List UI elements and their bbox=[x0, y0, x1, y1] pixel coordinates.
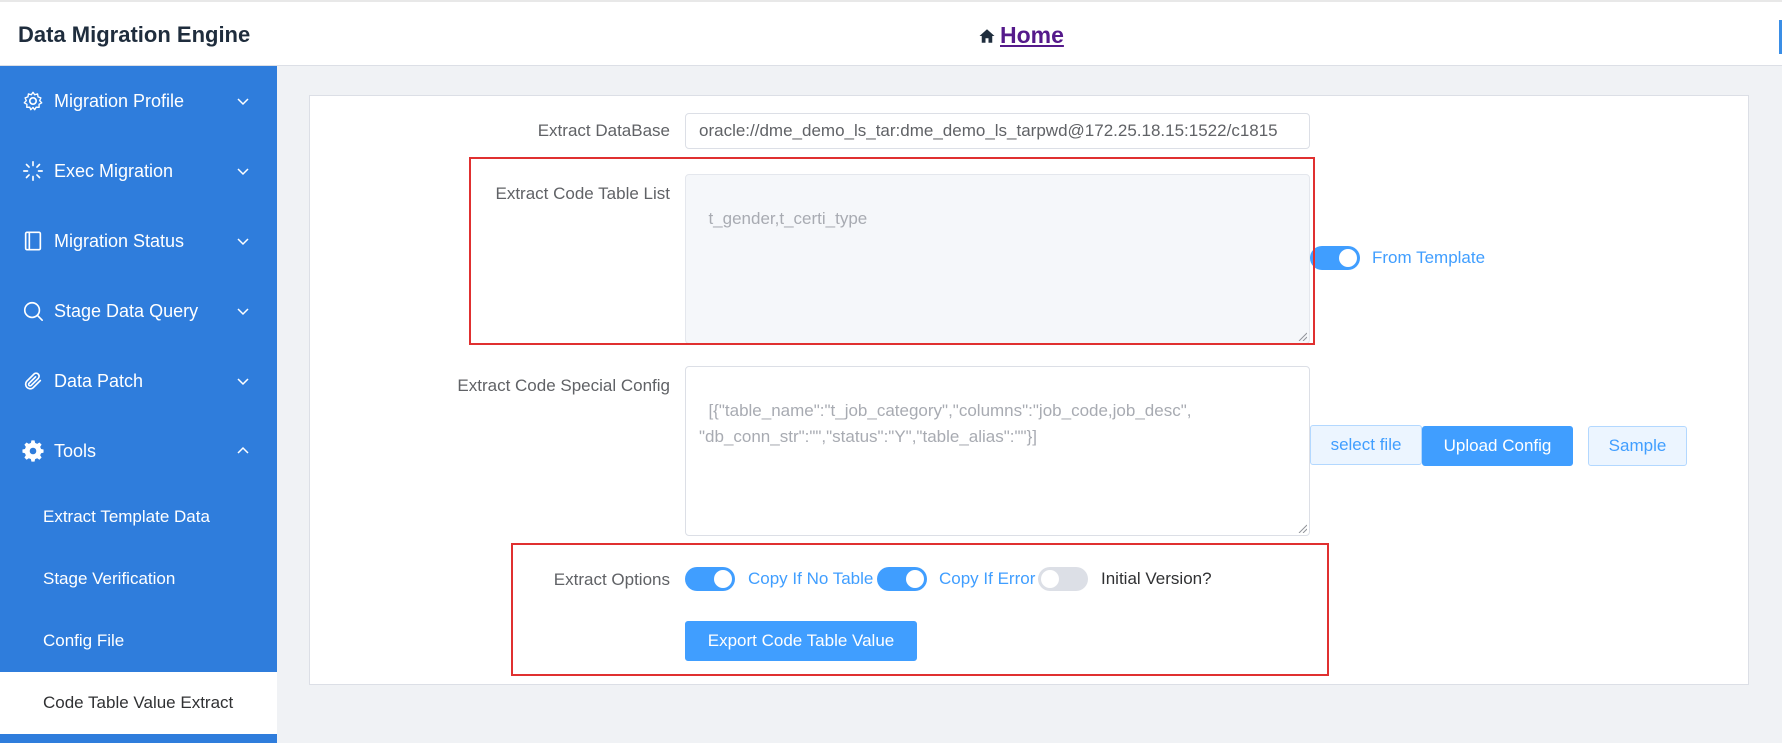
sidebar-item-tools[interactable]: Tools bbox=[0, 416, 277, 486]
sidebar-subitem-label: Stage Verification bbox=[43, 569, 176, 588]
sidebar-item-label: Stage Data Query bbox=[54, 300, 199, 321]
extract-database-label: Extract DataBase bbox=[537, 121, 670, 140]
chevron-down-icon bbox=[237, 168, 249, 176]
code-table-list-textarea[interactable]: t_gender,t_certi_type bbox=[685, 174, 1310, 344]
sidebar-item-label: Data Patch bbox=[54, 370, 144, 391]
sidebar: Migration Profile Exec Migration Migrati… bbox=[0, 66, 277, 743]
sidebar-item-migration-status[interactable]: Migration Status bbox=[0, 206, 277, 276]
home-link-label: Home bbox=[1000, 22, 1064, 48]
extract-options-label: Extract Options bbox=[553, 570, 670, 589]
sidebar-item-label: Migration Profile bbox=[54, 90, 185, 111]
from-template-label[interactable]: From Template bbox=[1372, 248, 1485, 268]
copy-if-error-switch[interactable] bbox=[877, 567, 927, 591]
switch-knob bbox=[714, 570, 732, 588]
upload-config-button[interactable]: Upload Config bbox=[1422, 426, 1573, 466]
home-link[interactable]: Home bbox=[978, 22, 1064, 49]
sidebar-subitem-label: Code Table Value Extract bbox=[43, 693, 234, 712]
search-icon bbox=[23, 301, 43, 321]
switch-knob bbox=[1339, 249, 1357, 267]
chevron-down-icon bbox=[237, 98, 249, 106]
resize-grip-icon bbox=[1298, 332, 1307, 341]
chevron-up-icon bbox=[237, 446, 249, 454]
loading-icon bbox=[23, 161, 43, 181]
special-config-placeholder: [{"table_name":"t_job_category","columns… bbox=[699, 401, 1192, 446]
gear-outline-icon bbox=[23, 91, 43, 111]
sample-button[interactable]: Sample bbox=[1588, 426, 1687, 466]
gear-filled-icon bbox=[22, 440, 44, 462]
sidebar-item-label: Exec Migration bbox=[54, 160, 174, 181]
select-file-button[interactable]: select file bbox=[1310, 425, 1422, 465]
code-table-list-label: Extract Code Table List bbox=[495, 184, 671, 203]
initial-version-switch[interactable] bbox=[1038, 567, 1088, 591]
export-code-table-value-button[interactable]: Export Code Table Value bbox=[685, 621, 917, 661]
copy-if-no-table-label[interactable]: Copy If No Table bbox=[748, 569, 873, 589]
initial-version-label[interactable]: Initial Version? bbox=[1101, 569, 1212, 589]
special-config-label: Extract Code Special Config bbox=[457, 376, 670, 395]
sidebar-item-migration-profile[interactable]: Migration Profile bbox=[0, 66, 277, 136]
chevron-down-icon bbox=[237, 308, 249, 316]
resize-grip-icon bbox=[1298, 524, 1307, 533]
special-config-textarea[interactable]: [{"table_name":"t_job_category","columns… bbox=[685, 366, 1310, 536]
notebook-icon bbox=[24, 231, 42, 251]
top-header: Data Migration Engine Home bbox=[0, 0, 1782, 66]
sidebar-item-stage-data-query[interactable]: Stage Data Query bbox=[0, 276, 277, 346]
sidebar-subitem-stage-verification[interactable]: Stage Verification bbox=[0, 548, 277, 610]
chevron-down-icon bbox=[237, 238, 249, 246]
sidebar-subitem-label: Config File bbox=[43, 631, 125, 650]
app-title: Data Migration Engine bbox=[18, 22, 251, 47]
sidebar-item-label: Tools bbox=[54, 440, 97, 461]
paperclip-icon bbox=[24, 372, 42, 390]
code-table-list-placeholder: t_gender,t_certi_type bbox=[708, 209, 868, 228]
switch-knob bbox=[1041, 570, 1059, 588]
sidebar-subitem-config-file[interactable]: Config File bbox=[0, 610, 277, 672]
chevron-down-icon bbox=[237, 378, 249, 386]
home-icon bbox=[979, 28, 995, 43]
sidebar-item-label: Migration Status bbox=[54, 230, 185, 251]
switch-knob bbox=[906, 570, 924, 588]
sidebar-subitem-label: Extract Template Data bbox=[43, 507, 210, 526]
extract-database-input[interactable]: oracle://dme_demo_ls_tar:dme_demo_ls_tar… bbox=[685, 113, 1310, 149]
sidebar-item-exec-migration[interactable]: Exec Migration bbox=[0, 136, 277, 206]
sidebar-item-data-patch[interactable]: Data Patch bbox=[0, 346, 277, 416]
sidebar-subitem-extract-template-data[interactable]: Extract Template Data bbox=[0, 486, 277, 548]
copy-if-error-label[interactable]: Copy If Error bbox=[939, 569, 1035, 589]
copy-if-no-table-switch[interactable] bbox=[685, 567, 735, 591]
sidebar-subitem-code-table-value-extract[interactable]: Code Table Value Extract bbox=[0, 672, 277, 734]
from-template-switch[interactable] bbox=[1310, 246, 1360, 270]
